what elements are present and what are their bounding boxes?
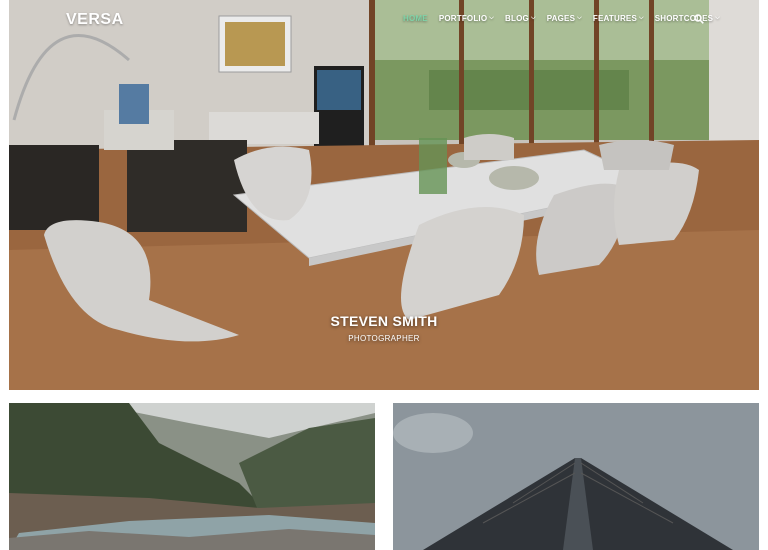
nav-blog[interactable]: BLOG ⌵ bbox=[505, 14, 536, 23]
nav-shortcodes[interactable]: SHORTCODES ⌵ bbox=[655, 14, 720, 23]
chevron-down-icon: ⌵ bbox=[577, 15, 582, 21]
chevron-down-icon: ⌵ bbox=[530, 15, 536, 21]
hero-slide: VERSA HOME PORTFOLIO ⌵ BLOG ⌵ PAGES ⌵ FE… bbox=[9, 0, 759, 390]
nav-portfolio[interactable]: PORTFOLIO ⌵ bbox=[439, 14, 494, 23]
nav-features-label: FEATURES bbox=[592, 14, 637, 23]
portfolio-tile-skyscraper[interactable] bbox=[393, 403, 759, 550]
nav-home[interactable]: HOME bbox=[403, 14, 428, 23]
hero-title: STEVEN SMITH bbox=[330, 313, 438, 329]
nav-blog-label: BLOG bbox=[505, 14, 529, 23]
site-logo[interactable]: VERSA bbox=[66, 11, 124, 29]
nav-home-label: HOME bbox=[403, 14, 428, 23]
chevron-down-icon: ⌵ bbox=[715, 15, 720, 21]
site-header: VERSA HOME PORTFOLIO ⌵ BLOG ⌵ PAGES ⌵ FE… bbox=[9, 0, 759, 40]
nav-features[interactable]: FEATURES ⌵ bbox=[593, 14, 644, 23]
chevron-down-icon: ⌵ bbox=[489, 15, 495, 21]
portfolio-tile-forest[interactable] bbox=[9, 403, 375, 550]
nav-pages[interactable]: PAGES ⌵ bbox=[547, 14, 582, 23]
skyscraper-photo bbox=[393, 403, 759, 550]
hero-caption: STEVEN SMITH PHOTOGRAPHER bbox=[9, 313, 759, 343]
chevron-down-icon: ⌵ bbox=[639, 15, 644, 21]
nav-portfolio-label: PORTFOLIO bbox=[438, 14, 488, 23]
hero-subtitle: PHOTOGRAPHER bbox=[348, 334, 420, 343]
search-icon[interactable] bbox=[694, 14, 704, 24]
forest-river-photo bbox=[9, 403, 375, 550]
nav-pages-label: PAGES bbox=[546, 14, 576, 23]
main-nav: HOME PORTFOLIO ⌵ BLOG ⌵ PAGES ⌵ FEATURES… bbox=[403, 14, 731, 23]
nav-shortcodes-label: SHORTCODES bbox=[654, 14, 714, 23]
